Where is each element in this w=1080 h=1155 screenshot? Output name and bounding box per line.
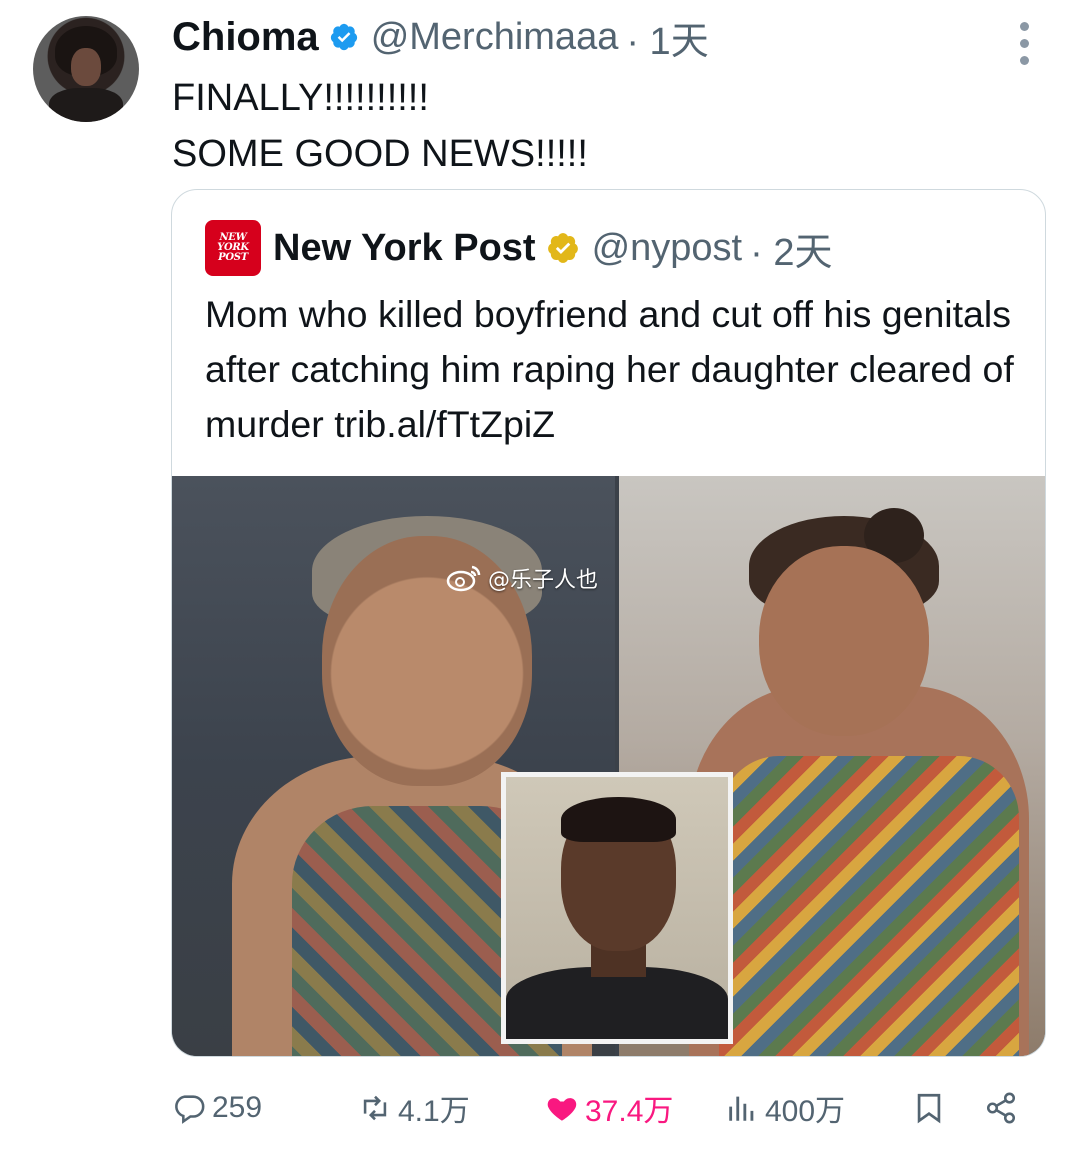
reply-icon — [175, 1095, 205, 1124]
bookmark-icon — [917, 1093, 941, 1124]
quoted-tweet[interactable]: NEW YORK POST New York Post @nypost · 2天… — [171, 189, 1046, 1057]
author-avatar[interactable] — [33, 16, 139, 122]
watermark-text: @乐子人也 — [488, 568, 599, 593]
verified-badge-icon — [547, 233, 578, 263]
verified-badge-icon — [330, 23, 357, 51]
more-icon[interactable] — [1020, 22, 1030, 65]
retweet-button[interactable]: 4.1万 — [358, 1088, 470, 1128]
tweet-text-line: FINALLY!!!!!!!!!! — [172, 77, 429, 119]
author-handle[interactable]: @Merchimaaa — [371, 16, 619, 59]
photo-man-inset — [501, 772, 733, 1044]
bookmark-button[interactable] — [912, 1088, 946, 1128]
share-button[interactable] — [984, 1088, 1018, 1128]
quote-author-name[interactable]: New York Post — [273, 227, 536, 270]
quote-time[interactable]: · 2天 — [750, 221, 832, 276]
views-icon — [729, 1096, 754, 1121]
quote-text: Mom who killed boyfriend and cut off his… — [205, 293, 1014, 445]
quote-author-handle[interactable]: @nypost — [592, 227, 743, 270]
views-count: 400万 — [765, 1095, 846, 1128]
author-name[interactable]: Chioma — [172, 15, 319, 60]
tweet-header: Chioma @Merchimaaa · 1天 — [172, 10, 709, 65]
share-icon — [986, 1092, 1016, 1124]
reply-count: 259 — [212, 1091, 263, 1124]
logo-line: POST — [218, 252, 248, 263]
tweet-text-line: SOME GOOD NEWS!!!!! — [172, 133, 588, 175]
reply-button[interactable]: 259 — [172, 1088, 262, 1128]
tweet-time[interactable]: · 1天 — [626, 10, 708, 65]
views-button[interactable]: 400万 — [725, 1088, 845, 1128]
tweet-text: FINALLY!!!!!!!!!! SOME GOOD NEWS!!!!! — [172, 70, 588, 182]
retweet-count: 4.1万 — [398, 1095, 470, 1128]
weibo-watermark: @乐子人也 — [446, 562, 598, 594]
quote-header: NEW YORK POST New York Post @nypost · 2天 — [205, 220, 832, 276]
action-bar: 259 4.1万 37.4万 400万 — [172, 1088, 1032, 1128]
like-button[interactable]: 37.4万 — [545, 1088, 673, 1128]
like-icon — [547, 1098, 577, 1121]
retweet-icon — [363, 1095, 387, 1121]
like-count: 37.4万 — [585, 1095, 674, 1128]
nypost-logo-avatar[interactable]: NEW YORK POST — [205, 220, 261, 276]
quote-media[interactable]: @乐子人也 — [172, 476, 1045, 1056]
weibo-logo-icon — [446, 565, 481, 592]
